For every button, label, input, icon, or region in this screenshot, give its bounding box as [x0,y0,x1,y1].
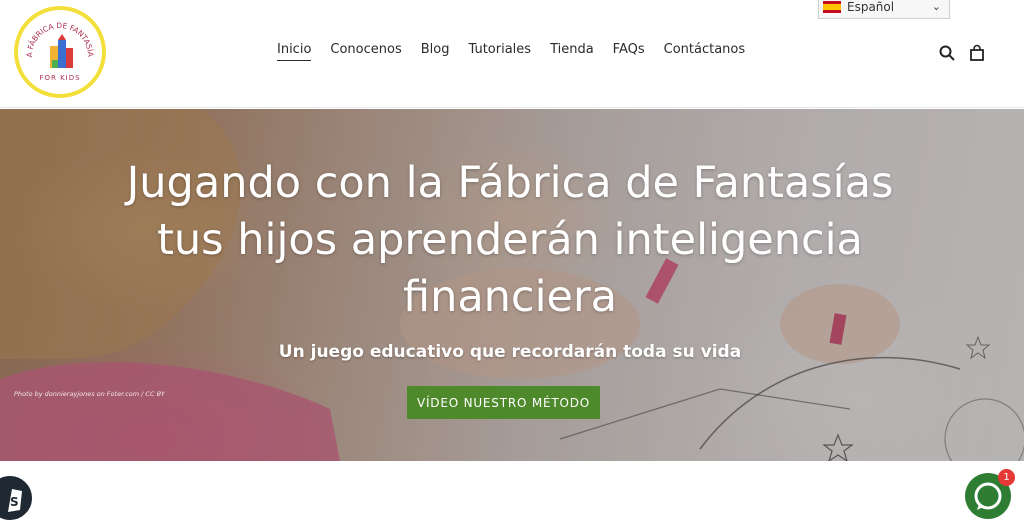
chat-unread-badge: 1 [998,469,1015,486]
search-icon[interactable] [938,44,956,62]
nav-item-blog[interactable]: Blog [421,42,450,61]
nav-item-tienda[interactable]: Tienda [550,42,594,61]
main-navigation: Inicio Conocenos Blog Tutoriales Tienda … [277,42,764,61]
svg-text:S: S [10,495,19,509]
nav-item-tutoriales[interactable]: Tutoriales [469,42,532,61]
site-logo[interactable]: LA FÁBRICA DE FANTASÍAS FOR KIDS [14,6,106,98]
chevron-down-icon: ⌄ [931,0,941,13]
photo-credit: Photo by donnierayjones on Foter.com / C… [14,390,165,398]
nav-item-inicio[interactable]: Inicio [277,42,312,61]
video-method-button[interactable]: VÍDEO NUESTRO MÉTODO [407,386,600,419]
spain-flag-icon [823,1,841,13]
hero-banner: Jugando con la Fábrica de Fantasías tus … [0,109,1024,461]
language-selected-value: Español [847,0,895,14]
language-selector[interactable]: Español ⌄ [818,0,950,19]
hero-subtitle: Un juego educativo que recordarán toda s… [278,342,742,362]
nav-item-contactanos[interactable]: Contáctanos [664,42,746,61]
hero-title: Jugando con la Fábrica de Fantasías tus … [126,158,894,322]
logo-subtitle: FOR KIDS [39,74,81,82]
nav-item-conocenos[interactable]: Conocenos [330,42,401,61]
shopify-bag-icon[interactable]: S [0,474,34,522]
site-header: LA FÁBRICA DE FANTASÍAS FOR KIDS Inicio … [0,0,1024,108]
nav-item-faqs[interactable]: FAQs [613,42,645,61]
shopping-bag-icon[interactable] [968,44,986,62]
